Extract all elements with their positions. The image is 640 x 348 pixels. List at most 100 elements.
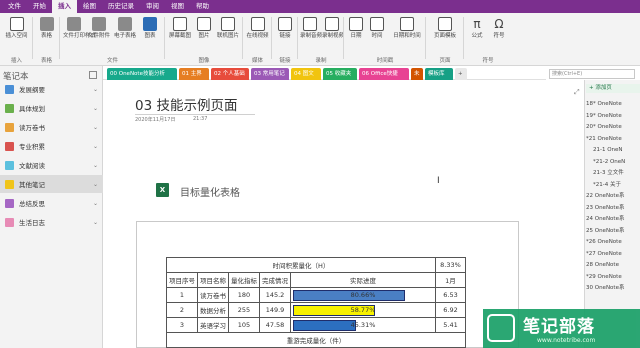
page-list-item[interactable]: 18* OneNote [586,99,640,109]
menu-tab-file[interactable]: 文件 [2,0,27,13]
page-list-item[interactable]: 20* OneNote [586,122,640,132]
equation-button[interactable]: π 公式 [467,17,487,40]
progress-label: 45.31% [350,321,376,329]
calendar-icon [349,17,363,31]
excel-icon[interactable]: X [156,183,169,197]
page-list-item[interactable]: *21-2 OneN [586,157,640,167]
online-picture-button[interactable]: 联机图片 [215,17,241,40]
progress-bar [293,320,356,331]
row-no: 2 [166,302,198,318]
record-video-button[interactable]: 录制视频 [322,17,344,40]
pin-icon[interactable] [89,71,97,79]
menu-tab-insert[interactable]: 插入 [52,0,77,13]
table-header-pct: 8.33% [435,257,466,273]
chevron-down-icon[interactable]: ⌄ [93,200,103,207]
record-audio-button[interactable]: 录制音频 [300,17,322,40]
page-list-item[interactable]: *21 OneNote [586,134,640,144]
section-color-swatch [5,103,14,113]
chevron-down-icon[interactable]: ⌄ [93,124,103,131]
spreadsheet-button[interactable]: 电子表格 [113,17,137,40]
section-item[interactable]: 专业积累 ⌄ [0,137,103,155]
table-button[interactable]: 表格 [37,17,56,40]
online-video-button[interactable]: 在线视频 [246,17,269,40]
menu-tab-history[interactable]: 历史记录 [102,0,140,13]
search-input[interactable]: 搜索(Ctrl+E) [549,69,635,79]
section-tab[interactable]: 01 主界 [179,68,209,80]
section-item[interactable]: 其他笔记 ⌄ [0,175,103,193]
date-time-button[interactable]: 日期和时间 [390,17,424,40]
page-template-button[interactable]: 页面模板 [429,17,461,40]
section-item[interactable]: 生活日志 ⌄ [0,213,103,231]
section-tab[interactable]: 02 个人基础 [211,68,249,80]
section-tab[interactable]: 06 Office快捷 [359,68,409,80]
progress-bar [293,290,405,301]
section-item[interactable]: 读万卷书 ⌄ [0,118,103,136]
symbol-button[interactable]: Ω 符号 [489,17,509,40]
page-list-item[interactable]: *27 OneNote [586,249,640,259]
page-list-item[interactable]: 19* OneNote [586,111,640,121]
date-button[interactable]: 日期 [347,17,365,40]
ribbon-group-media: 在线视频 媒体 [243,15,272,65]
row-done: 145.2 [259,287,291,303]
chart-icon [143,17,157,31]
section-item[interactable]: 文献阅读 ⌄ [0,156,103,174]
table-row: 3 英语学习 105 47.58 45.31% 5.41 [166,317,466,333]
pi-icon: π [473,17,481,31]
section-tab[interactable]: 03 常用笔记 [251,68,289,80]
add-section-button[interactable]: + [455,68,467,80]
chart-button[interactable]: 图表 [140,17,160,40]
section-tabs: 00 OneNote技能分析 01 主界 02 个人基础 03 常用笔记 04 图文 05… [103,66,546,80]
link-button[interactable]: 链接 [276,17,294,40]
picture-button[interactable]: 图片 [195,17,213,40]
section-tab[interactable]: 未 [411,68,423,80]
section-item[interactable]: 具体规划 ⌄ [0,99,103,117]
section-tab[interactable]: 05 收藏夹 [323,68,357,80]
chevron-down-icon[interactable]: ⌄ [93,143,103,150]
page-list-item[interactable]: 21-1 OneN [586,145,640,155]
menu-tab-draw[interactable]: 绘图 [77,0,102,13]
chevron-down-icon[interactable]: ⌄ [93,162,103,169]
section-tab[interactable]: 04 图文 [291,68,321,80]
page-list-item[interactable]: 21-3 立文件 [586,168,640,178]
add-page-button[interactable]: + 添加页 [586,84,640,93]
row-name: 读万卷书 [197,287,229,303]
chevron-down-icon[interactable]: ⌄ [93,105,103,112]
section-item[interactable]: 发展纲要 ⌄ [0,80,103,98]
file-printout-button[interactable]: 文件打印样式 [63,17,96,40]
menu-tab-help[interactable]: 帮助 [190,0,215,13]
chevron-down-icon[interactable]: ⌄ [93,181,103,188]
page-title[interactable]: 03 技能示例页面 [135,94,237,114]
menu-tab-view[interactable]: 视图 [165,0,190,13]
watermark-logo-icon [487,314,515,342]
table-row: 2 数据分析 255 149.9 58.77% 6.92 [166,302,466,318]
time-button[interactable]: 时间 [368,17,386,40]
page-list-item[interactable]: *21-4 关于 [586,180,640,190]
ribbon-group-page: 页面模板 页面 [426,15,464,65]
expand-icon[interactable]: ⤢ [574,88,580,97]
section-color-swatch [5,217,14,227]
section-item[interactable]: 总结反思 ⌄ [0,194,103,212]
row-progress: 45.31% [290,317,436,333]
page-list-item[interactable]: 22 OneNote系 [586,191,640,201]
chevron-down-icon[interactable]: ⌄ [93,86,103,93]
online-picture-icon [221,17,235,31]
screenshot-button[interactable]: 屏幕截图 [167,17,193,40]
table-icon [39,17,54,31]
page-list-item[interactable]: 25 OneNote系 [586,226,640,236]
insert-space-button[interactable]: 插入空间 [2,17,31,40]
page-list-item[interactable]: 28 OneNote [586,260,640,270]
file-attachment-button[interactable]: 文件附件 [88,17,110,40]
page-list-item[interactable]: *26 OneNote [586,237,640,247]
page-list-item[interactable]: 30 OneNote系 [586,283,640,293]
menu-tab-home[interactable]: 开始 [27,0,52,13]
section-tab[interactable]: 模板库 [425,68,453,80]
menu-tab-review[interactable]: 审阅 [140,0,165,13]
section-color-swatch [5,179,14,189]
page-list-item[interactable]: 24 OneNote系 [586,214,640,224]
page-list-item[interactable]: *29 OneNote [586,272,640,282]
section-tab[interactable]: 00 OneNote技能分析 [107,68,177,80]
row-done: 149.9 [259,302,291,318]
progress-label: 80.66% [350,291,376,299]
page-list-item[interactable]: 23 OneNote系 [586,203,640,213]
chevron-down-icon[interactable]: ⌄ [93,219,103,226]
